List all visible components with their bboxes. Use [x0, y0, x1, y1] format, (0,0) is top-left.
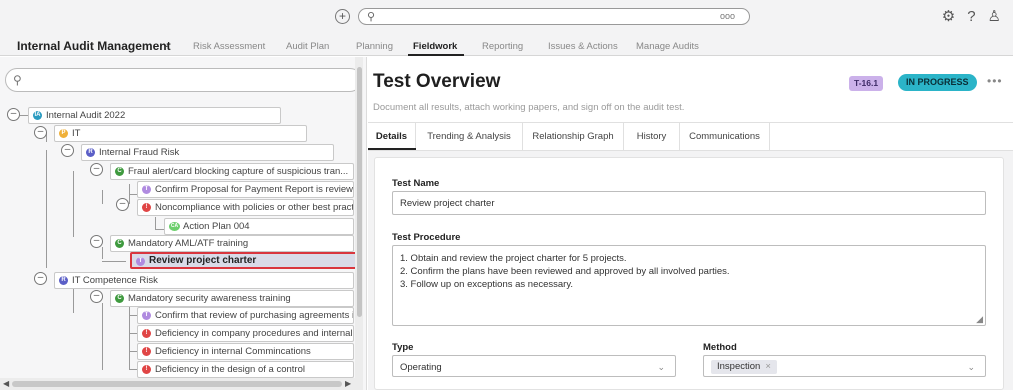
tree-node[interactable]: C Fraul alert/card blocking capture of s…: [110, 163, 354, 180]
type-label: Type: [392, 342, 414, 353]
risk-badge-icon: R: [86, 148, 95, 157]
tree-node[interactable]: R IT Competence Risk: [54, 272, 354, 289]
details-card: Test Name Review project charter Test Pr…: [374, 157, 1004, 390]
record-id-badge: T-16.1: [849, 76, 884, 91]
tree-node[interactable]: ! Deficiency in internal Commincations: [137, 343, 354, 360]
test-name-input[interactable]: Review project charter: [392, 191, 986, 215]
nav-manage-audits[interactable]: Manage Audits: [636, 41, 699, 52]
action-plan-badge-icon: CA: [169, 222, 180, 231]
more-options-icon[interactable]: •••: [987, 74, 1003, 88]
control-badge-icon: C: [115, 239, 124, 248]
resize-handle-icon[interactable]: ◢: [976, 314, 983, 325]
tree-node[interactable]: ! Noncompliance with policies or other b…: [137, 199, 354, 216]
status-badge[interactable]: IN PROGRESS: [898, 74, 977, 91]
scroll-right-icon[interactable]: ▶: [345, 379, 351, 388]
type-select[interactable]: Operating ⌄: [392, 355, 676, 377]
issue-badge-icon: !: [142, 329, 151, 338]
collapse-toggle[interactable]: –: [90, 290, 103, 303]
test-name-label: Test Name: [392, 178, 440, 189]
tree-node[interactable]: C Mandatory security awareness training: [110, 290, 354, 307]
tab-relationship-graph[interactable]: Relationship Graph: [523, 123, 624, 151]
active-nav-indicator: [408, 54, 464, 56]
project-badge-icon: P: [59, 129, 68, 138]
collapse-toggle[interactable]: –: [61, 144, 74, 157]
collapse-toggle[interactable]: –: [90, 235, 103, 248]
tab-bar: Details Trending & Analysis Relationship…: [368, 122, 1013, 151]
test-badge-icon: T: [136, 257, 145, 266]
page-title: Test Overview: [373, 71, 501, 92]
search-icon: ⚲: [367, 11, 376, 23]
tree-node[interactable]: P IT: [54, 125, 307, 142]
tree-node[interactable]: CA Action Plan 004: [164, 218, 354, 235]
tree-node[interactable]: T Confirm that review of purchasing agre…: [137, 307, 354, 324]
nav-reporting[interactable]: Reporting: [482, 41, 523, 52]
tree-node-selected[interactable]: T Review project charter: [130, 252, 359, 269]
issue-badge-icon: !: [142, 365, 151, 374]
collapse-toggle[interactable]: –: [90, 163, 103, 176]
scroll-left-icon[interactable]: ◀: [3, 379, 9, 388]
issue-badge-icon: !: [142, 203, 151, 212]
test-procedure-textarea[interactable]: 1. Obtain and review the project charter…: [392, 245, 986, 326]
tree-search-input[interactable]: ⚲: [5, 68, 362, 92]
tree-node[interactable]: IA Internal Audit 2022: [28, 107, 281, 124]
audit-badge-icon: IA: [33, 111, 42, 120]
top-bar: + ⚲ ooo ⚙ ? ♙: [0, 0, 1013, 36]
method-chip: Inspection ×: [711, 360, 777, 374]
top-right-icons: ⚙ ? ♙: [942, 7, 1001, 26]
help-icon[interactable]: ?: [967, 8, 975, 25]
nav-audit-plan[interactable]: Audit Plan: [286, 41, 329, 52]
risk-badge-icon: R: [59, 276, 68, 285]
collapse-toggle[interactable]: –: [34, 126, 47, 139]
chevron-down-icon: ⌄: [967, 362, 975, 372]
nav-planning[interactable]: Planning: [356, 41, 393, 52]
tree-node[interactable]: R Internal Fraud Risk: [81, 144, 334, 161]
chevron-down-icon: ⌄: [657, 362, 665, 372]
collapse-toggle[interactable]: –: [7, 108, 20, 121]
method-multiselect[interactable]: Inspection × ⌄: [703, 355, 986, 377]
nav-fieldwork[interactable]: Fieldwork: [413, 41, 457, 52]
tab-trending-analysis[interactable]: Trending & Analysis: [416, 123, 523, 151]
gear-icon[interactable]: ⚙: [942, 7, 955, 25]
nav-issues-actions[interactable]: Issues & Actions: [548, 41, 618, 52]
active-tab-indicator: [368, 148, 416, 150]
tab-details[interactable]: Details: [368, 123, 416, 151]
app-name[interactable]: Internal Audit Management: [17, 39, 171, 53]
tree-panel: ⚲ – – – – – – – – IA Internal Audit 2022…: [0, 57, 367, 390]
test-badge-icon: T: [142, 311, 151, 320]
control-badge-icon: C: [115, 167, 124, 176]
tab-communications[interactable]: Communications: [680, 123, 770, 151]
issue-badge-icon: !: [142, 347, 151, 356]
tree-node[interactable]: ! Deficiency in the design of a control: [137, 361, 354, 378]
control-badge-icon: C: [115, 294, 124, 303]
test-badge-icon: T: [142, 185, 151, 194]
global-search-input[interactable]: ⚲ ooo: [358, 8, 750, 25]
horizontal-scroll-thumb[interactable]: [12, 381, 342, 387]
method-label: Method: [703, 342, 737, 353]
chevron-down-icon[interactable]: ⌄: [163, 39, 171, 50]
collapse-toggle[interactable]: –: [116, 198, 129, 211]
remove-chip-icon[interactable]: ×: [765, 361, 771, 372]
test-overview-pane: Test Overview Document all results, atta…: [368, 57, 1013, 390]
nav-risk-assessment[interactable]: Risk Assessment: [193, 41, 265, 52]
tab-history[interactable]: History: [624, 123, 680, 151]
collapse-toggle[interactable]: –: [34, 272, 47, 285]
add-icon[interactable]: +: [335, 9, 350, 24]
page-subtitle: Document all results, attach working pap…: [373, 102, 685, 113]
tree-node[interactable]: C Mandatory AML/ATF training: [110, 235, 354, 252]
nav-bar: Internal Audit Management ⌄ Risk Assessm…: [0, 36, 1013, 56]
user-icon[interactable]: ♙: [988, 7, 1001, 25]
tree-node[interactable]: ! Deficiency in company procedures and i…: [137, 325, 354, 342]
global-toolbar: + ⚲ ooo: [335, 8, 750, 25]
vertical-scroll-thumb[interactable]: [357, 67, 362, 317]
search-more-icon[interactable]: ooo: [720, 11, 735, 21]
tree-node[interactable]: T Confirm Proposal for Payment Report is…: [137, 181, 354, 198]
test-procedure-label: Test Procedure: [392, 232, 461, 243]
search-icon: ⚲: [13, 73, 22, 87]
